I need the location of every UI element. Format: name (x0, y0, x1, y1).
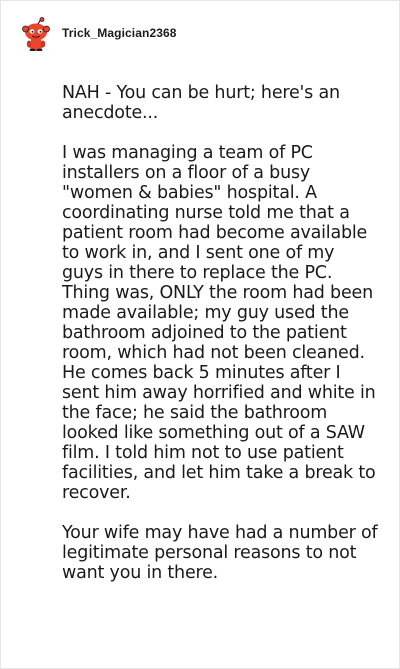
comment-paragraph: Your wife may have had a number of legit… (62, 523, 378, 583)
comment-card: Trick_Magician2368 NAH - You can be hurt… (0, 0, 400, 669)
comment-paragraph: I was managing a team of PC installers o… (62, 143, 376, 503)
comment-body: NAH - You can be hurt; here's an anecdot… (62, 83, 380, 583)
reddit-snoo-avatar-icon[interactable] (21, 17, 51, 51)
comment-author[interactable]: Trick_Magician2368 (62, 26, 177, 40)
comment-paragraph: NAH - You can be hurt; here's an anecdot… (62, 83, 340, 123)
comment-header: Trick_Magician2368 (21, 17, 177, 51)
